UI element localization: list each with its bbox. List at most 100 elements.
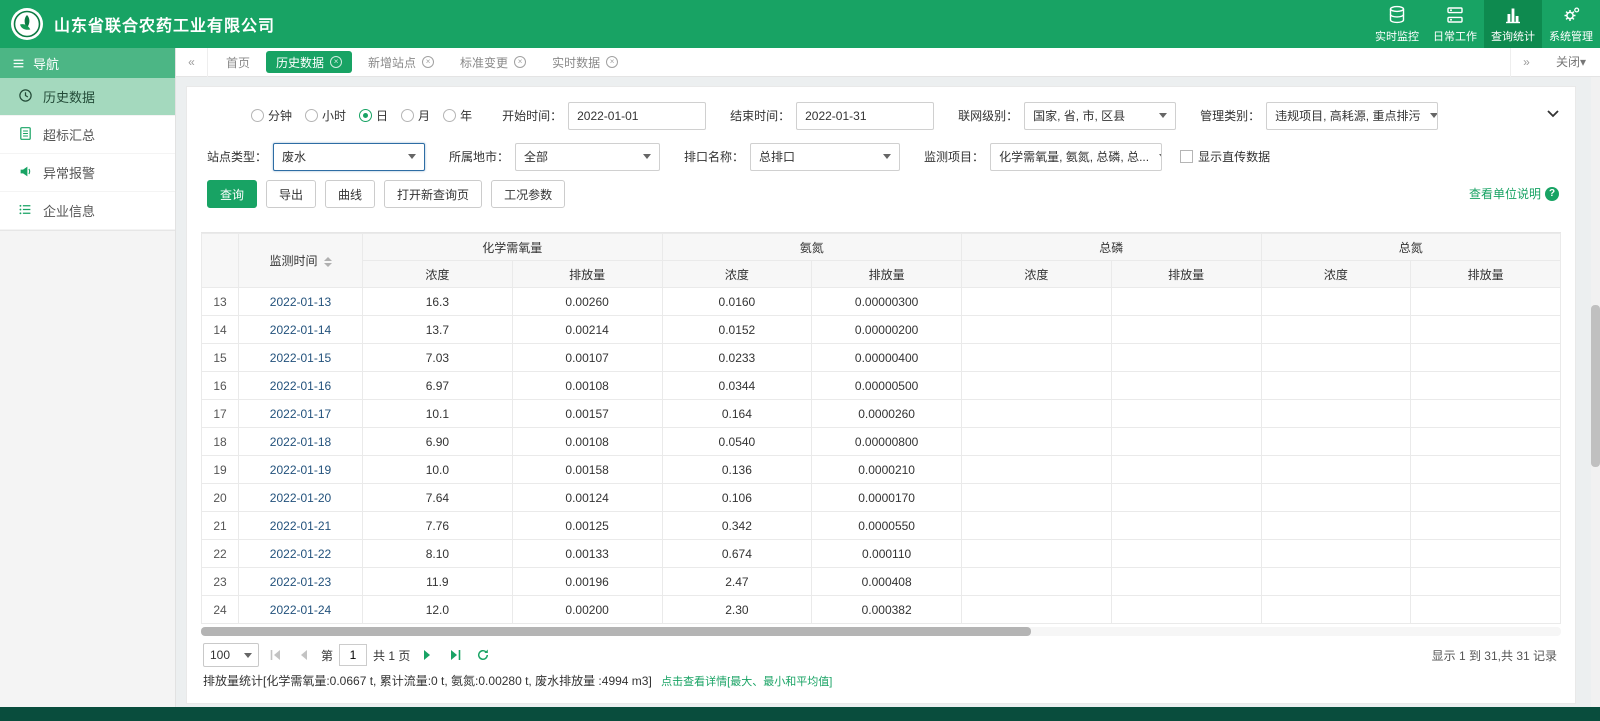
data-cell <box>961 371 1112 400</box>
data-cell: 10.1 <box>362 399 513 428</box>
topnav-item-system-manage[interactable]: 系统管理 <box>1542 0 1600 48</box>
data-cell <box>1110 567 1262 596</box>
data-cell <box>961 595 1112 624</box>
data-cell: 0.00200 <box>511 595 663 624</box>
end-date-input[interactable] <box>796 101 935 130</box>
next-page-icon[interactable] <box>416 644 438 666</box>
refresh-icon[interactable] <box>472 644 494 666</box>
tab-new-site[interactable]: 新增站点 × <box>358 51 444 73</box>
data-cell: 0.00107 <box>511 343 663 372</box>
document-icon <box>18 126 33 144</box>
view-detail-link[interactable]: 点击查看详情[最大、最小和平均值] <box>661 676 832 688</box>
outlet-select[interactable]: 总排口 <box>750 142 901 171</box>
table-row: 18 2022-01-18 6.90 0.00108 0.0540 0.00000800 <box>201 427 1561 456</box>
period-radio-月[interactable]: 月 <box>401 107 430 124</box>
date-link[interactable]: 2022-01-22 <box>238 539 363 568</box>
data-cell: 0.00124 <box>511 483 663 512</box>
tabs-scroll-left-icon[interactable]: « <box>176 48 208 77</box>
close-icon[interactable]: × <box>330 56 343 68</box>
date-link[interactable]: 2022-01-19 <box>238 455 363 484</box>
last-page-icon[interactable] <box>444 644 466 666</box>
page-number-input[interactable] <box>339 644 368 666</box>
page-size-select[interactable]: 100 <box>203 643 259 667</box>
row-index: 24 <box>201 595 239 624</box>
horizontal-scrollbar <box>201 627 1561 636</box>
data-cell <box>961 427 1112 456</box>
city-value: 全部 <box>524 150 549 164</box>
unit-help-label: 查看单位说明 <box>1468 187 1541 201</box>
close-icon[interactable]: × <box>422 56 435 68</box>
time-column-header[interactable]: 监测时间 <box>238 233 363 288</box>
first-page-icon[interactable] <box>265 644 287 666</box>
radio-icon <box>251 109 264 122</box>
period-radio-分钟[interactable]: 分钟 <box>251 107 292 124</box>
tab-standard-change[interactable]: 标准变更 × <box>450 51 536 73</box>
network-level-select[interactable]: 国家, 省, 市, 区县 <box>1024 101 1177 130</box>
manage-category-select[interactable]: 违规项目, 高耗源, 重点排污 <box>1266 101 1439 130</box>
data-cell: 0.00133 <box>511 539 663 568</box>
export-button[interactable]: 导出 <box>266 180 317 208</box>
open-new-query-button[interactable]: 打开新查询页 <box>384 180 483 208</box>
data-cell <box>1110 399 1262 428</box>
date-link[interactable]: 2022-01-23 <box>238 567 363 596</box>
brand: 山东省联合农药工业有限公司 <box>0 0 275 48</box>
vertical-scrollbar-thumb[interactable] <box>1591 305 1600 467</box>
date-link[interactable]: 2022-01-17 <box>238 399 363 428</box>
date-link[interactable]: 2022-01-16 <box>238 371 363 400</box>
close-tabs-menu[interactable]: 关闭▾ <box>1542 48 1600 77</box>
sidebar-item-over-limit[interactable]: 超标汇总 <box>0 116 175 154</box>
topnav-item-realtime-monitor[interactable]: 实时监控 <box>1368 0 1426 48</box>
period-radio-小时[interactable]: 小时 <box>305 107 346 124</box>
tab-realtime-data[interactable]: 实时数据 × <box>542 51 628 73</box>
date-link[interactable]: 2022-01-18 <box>238 427 363 456</box>
manage-category-label: 管理类别： <box>1200 109 1261 123</box>
sidebar-item-history-data[interactable]: 历史数据 <box>0 78 175 116</box>
table-row: 22 2022-01-22 8.10 0.00133 0.674 0.000110 <box>201 539 1561 568</box>
data-cell <box>1260 399 1412 428</box>
period-radio-日[interactable]: 日 <box>359 107 388 124</box>
date-link[interactable]: 2022-01-15 <box>238 343 363 372</box>
topnav-item-daily-work[interactable]: 日常工作 <box>1426 0 1484 48</box>
prev-page-icon[interactable] <box>293 644 315 666</box>
direct-data-checkbox[interactable]: 显示直传数据 <box>1180 148 1270 165</box>
work-params-button[interactable]: 工况参数 <box>491 180 566 208</box>
curve-button[interactable]: 曲线 <box>325 180 376 208</box>
period-radio-年[interactable]: 年 <box>443 107 472 124</box>
radio-label: 小时 <box>322 109 347 123</box>
table-row: 20 2022-01-20 7.64 0.00124 0.106 0.0000170 <box>201 483 1561 512</box>
date-link[interactable]: 2022-01-13 <box>238 287 363 316</box>
tabs-scroll-right-icon[interactable]: » <box>1509 48 1542 77</box>
data-cell <box>1260 427 1412 456</box>
date-link[interactable]: 2022-01-24 <box>238 595 363 624</box>
city-select[interactable]: 全部 <box>515 142 661 171</box>
query-button[interactable]: 查询 <box>207 180 258 208</box>
close-icon[interactable]: × <box>514 56 527 68</box>
monitor-items-select[interactable]: 化学需氧量, 氨氮, 总磷, 总... <box>990 142 1163 171</box>
data-cell <box>1260 483 1412 512</box>
unit-help-link[interactable]: 查看单位说明 ? <box>1469 185 1559 202</box>
tab-history[interactable]: 历史数据 × <box>266 51 353 73</box>
collapse-filters-icon[interactable] <box>1545 105 1561 124</box>
sort-icon[interactable] <box>323 256 332 267</box>
pagination-bar: 100 第 共 1 页 <box>201 638 1561 672</box>
date-link[interactable]: 2022-01-14 <box>238 315 363 344</box>
data-cell: 7.64 <box>362 483 513 512</box>
horizontal-scrollbar-thumb[interactable] <box>201 627 1031 636</box>
row-index: 13 <box>201 287 239 316</box>
radio-label: 分钟 <box>268 109 293 123</box>
network-level-label: 联网级别： <box>958 109 1019 123</box>
sidebar-item-abnormal-alarm[interactable]: 异常报警 <box>0 154 175 192</box>
sidebar-item-company-info[interactable]: 企业信息 <box>0 192 175 230</box>
data-cell <box>1260 595 1412 624</box>
clock-icon <box>18 88 33 106</box>
date-link[interactable]: 2022-01-20 <box>238 483 363 512</box>
start-date-input[interactable] <box>568 101 707 130</box>
tab-label: 首页 <box>226 55 251 70</box>
tab-home[interactable]: 首页 <box>216 51 260 73</box>
date-link[interactable]: 2022-01-21 <box>238 511 363 540</box>
topnav-item-query-stats[interactable]: 查询统计 <box>1484 0 1542 48</box>
top-nav: 实时监控 日常工作 查询统计 系统管理 <box>1368 0 1600 48</box>
site-type-select[interactable]: 废水 <box>273 142 426 171</box>
row-index: 19 <box>201 455 239 484</box>
close-icon[interactable]: × <box>606 56 619 68</box>
